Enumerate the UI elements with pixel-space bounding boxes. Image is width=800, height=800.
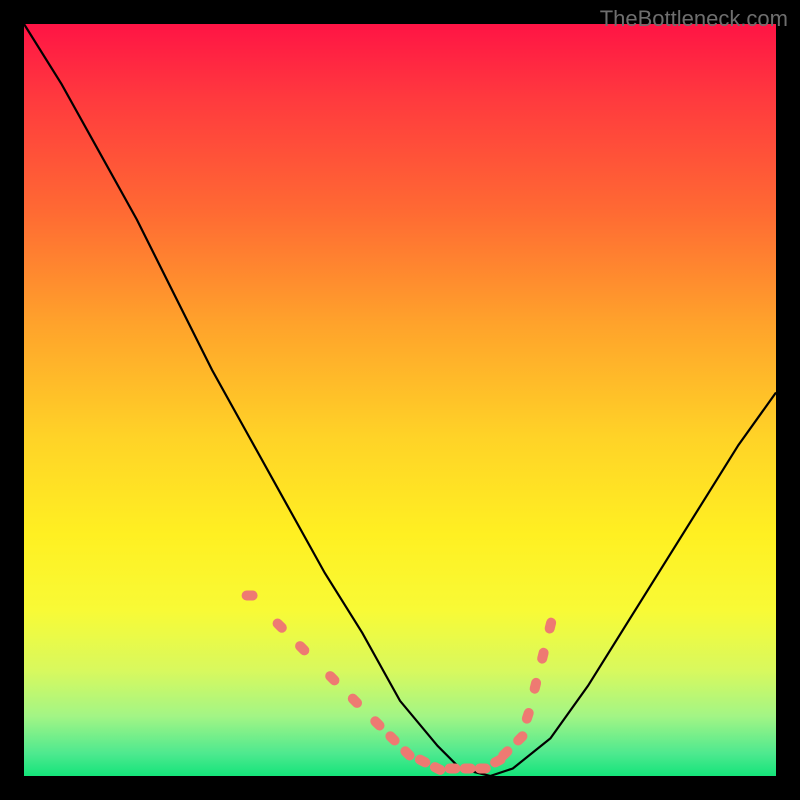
chart-svg <box>24 24 776 776</box>
marker-dot <box>428 760 447 776</box>
curve-path <box>24 24 776 776</box>
marker-dot <box>475 764 491 774</box>
marker-dot <box>323 669 341 687</box>
marker-dot <box>529 677 543 695</box>
marker-dot <box>544 617 558 635</box>
marker-dot <box>460 764 476 774</box>
marker-dot <box>445 764 461 774</box>
watermark-text: TheBottleneck.com <box>600 6 788 32</box>
marker-dot <box>293 639 311 657</box>
marker-dot <box>346 692 364 710</box>
marker-dot <box>398 744 416 762</box>
chart-frame <box>24 24 776 776</box>
highlight-markers <box>242 591 558 777</box>
marker-dot <box>271 616 289 634</box>
marker-dot <box>413 753 432 769</box>
marker-dot <box>511 729 529 747</box>
curve-line <box>24 24 776 776</box>
marker-dot <box>536 647 550 665</box>
marker-dot <box>242 591 258 601</box>
marker-dot <box>521 707 536 725</box>
marker-dot <box>368 714 386 732</box>
marker-dot <box>383 729 401 747</box>
